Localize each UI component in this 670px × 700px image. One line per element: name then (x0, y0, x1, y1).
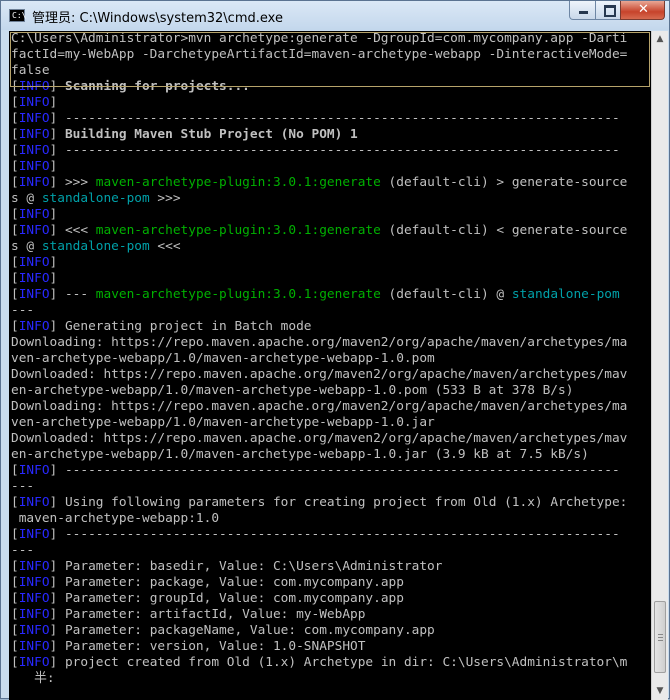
console-line: --- (11, 543, 35, 558)
console-line: [INFO] ---------------------------------… (11, 143, 620, 158)
console-line: [INFO] >>> maven-archetype-plugin:3.0.1:… (11, 175, 628, 190)
vertical-scrollbar[interactable]: ▲ ▼ (651, 31, 668, 700)
title-bar[interactable]: C:\ 管理员: C:\Windows\system32\cmd.exe ✕ (1, 1, 669, 30)
console-line: [INFO] ---------------------------------… (11, 111, 620, 126)
console-line: [INFO] Scanning for projects... (11, 79, 250, 94)
console-line: [INFO] (11, 255, 58, 270)
window-title: 管理员: C:\Windows\system32\cmd.exe (32, 11, 283, 26)
console-line: [INFO] project created from Old (1.x) Ar… (11, 655, 628, 670)
console-line: [INFO] Building Maven Stub Project (No P… (11, 127, 358, 142)
console-line: en-archetype-webapp/1.0/maven-archetype-… (11, 447, 589, 462)
console-line: C:\Users\Administrator>mvn archetype:gen… (11, 31, 628, 46)
console-line: factId=my-WebApp -DarchetypeArtifactId=m… (11, 47, 628, 62)
thumb-grip (658, 637, 663, 638)
console-line: [INFO] (11, 271, 58, 286)
console-line: [INFO] (11, 159, 58, 174)
close-icon: ✕ (638, 2, 649, 17)
maximize-button[interactable] (595, 1, 621, 20)
console-line: [INFO] Parameter: packageName, Value: co… (11, 623, 435, 638)
console-line: [INFO] ---------------------------------… (11, 527, 620, 542)
minimize-button[interactable] (569, 1, 596, 20)
console-line: [INFO] <<< maven-archetype-plugin:3.0.1:… (11, 223, 628, 238)
console-line: [INFO] (11, 95, 58, 110)
scroll-down-button[interactable]: ▼ (652, 683, 668, 699)
console-line: 半: (11, 671, 55, 686)
console-line: ven-archetype-webapp/1.0/maven-archetype… (11, 415, 435, 430)
console-line: s @ standalone-pom <<< (11, 239, 181, 254)
console-line: en-archetype-webapp/1.0/maven-archetype-… (11, 383, 574, 398)
console-line: Downloading: https://repo.maven.apache.o… (11, 335, 628, 350)
app-icon-text: C:\ (12, 11, 27, 20)
thumb-grip (658, 640, 663, 641)
console-line: --- (11, 303, 35, 318)
console-line: [INFO] Parameter: groupId, Value: com.my… (11, 591, 404, 606)
thumb-grip (658, 634, 663, 635)
console-line: s @ standalone-pom >>> (11, 191, 181, 206)
console-line: false (11, 63, 50, 78)
console-line: [INFO] --- maven-archetype-plugin:3.0.1:… (11, 287, 620, 302)
console-text: C:\Users\Administrator>mvn archetype:gen… (9, 31, 651, 687)
console-line: [INFO] (11, 207, 58, 222)
close-button[interactable]: ✕ (620, 1, 665, 20)
console-line: maven-archetype-webapp:1.0 (11, 511, 220, 526)
scroll-up-button[interactable]: ▲ (652, 31, 668, 47)
console-line: [INFO] Parameter: package, Value: com.my… (11, 575, 404, 590)
console-line: [INFO] Parameter: version, Value: 1.0-SN… (11, 639, 366, 654)
cmd-app-icon[interactable]: C:\ (9, 9, 27, 22)
minimize-icon (579, 11, 588, 14)
console-line: [INFO] Parameter: basedir, Value: C:\Use… (11, 559, 443, 574)
console-line: [INFO] Parameter: artifactId, Value: my-… (11, 607, 366, 622)
maximize-icon (604, 5, 616, 17)
console-line: [INFO] Generating project in Batch mode (11, 319, 312, 334)
console-line: Downloaded: https://repo.maven.apache.or… (11, 431, 628, 446)
console-output[interactable]: C:\Users\Administrator>mvn archetype:gen… (9, 31, 651, 700)
console-line: ven-archetype-webapp/1.0/maven-archetype… (11, 351, 435, 366)
console-line: [INFO] Using following parameters for cr… (11, 495, 628, 510)
console-line: Downloaded: https://repo.maven.apache.or… (11, 367, 628, 382)
console-line: Downloading: https://repo.maven.apache.o… (11, 399, 628, 414)
console-line: [INFO] ---------------------------------… (11, 463, 620, 478)
console-line: --- (11, 479, 35, 494)
cmd-window: C:\ 管理员: C:\Windows\system32\cmd.exe ✕ C… (0, 0, 670, 700)
scroll-thumb[interactable] (654, 601, 666, 673)
